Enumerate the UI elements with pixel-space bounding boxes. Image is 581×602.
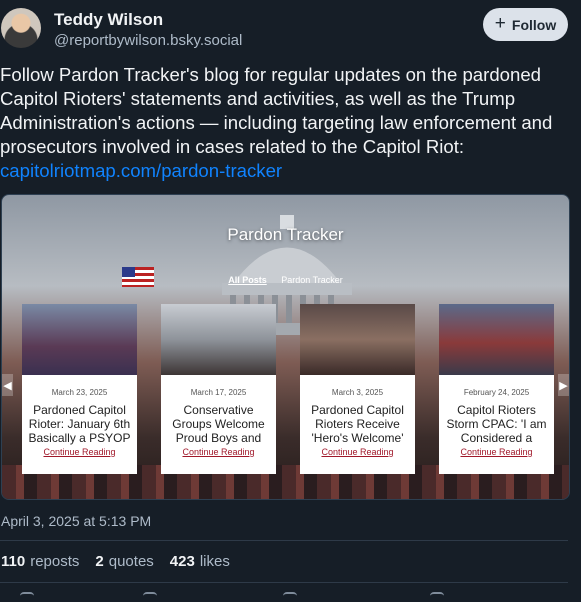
card-image [161, 304, 276, 375]
nav-all-posts[interactable]: All Posts [228, 275, 267, 285]
card-title[interactable]: Pardoned Capitol Rioters Receive 'Hero's… [300, 403, 415, 445]
card-title[interactable]: Capitol Rioters Storm CPAC: 'I am Consid… [439, 403, 554, 445]
card-date: March 23, 2025 [51, 388, 108, 397]
post-header: Teddy Wilson @reportbywilson.bsky.social… [0, 6, 581, 50]
follow-button[interactable]: + Follow [483, 8, 568, 41]
continue-reading-link[interactable]: Continue Reading [22, 447, 137, 457]
card-image [439, 304, 554, 375]
follow-button-label: Follow [511, 16, 557, 33]
post-body: Follow Pardon Tracker's blog for regular… [0, 64, 553, 157]
post-text: Follow Pardon Tracker's blog for regular… [0, 63, 578, 183]
plus-icon: + [494, 13, 506, 34]
blog-card[interactable]: March 23, 2025 Pardoned Capitol Rioter: … [22, 304, 137, 474]
card-title[interactable]: Pardoned Capitol Rioter: January 6th Bas… [22, 403, 137, 445]
card-image [300, 304, 415, 375]
chevron-left-icon[interactable]: ◀ [2, 374, 13, 396]
blog-card[interactable]: March 17, 2025 Conservative Groups Welco… [161, 304, 276, 474]
author-handle[interactable]: @reportbywilson.bsky.social [54, 32, 242, 49]
engagement-stats: 110 reposts 2 quotes 423 likes [1, 553, 230, 570]
blog-card[interactable]: March 3, 2025 Pardoned Capitol Rioters R… [300, 304, 415, 474]
share-icon[interactable] [430, 592, 444, 602]
card-date: March 17, 2025 [190, 388, 247, 397]
card-date: February 24, 2025 [463, 388, 530, 397]
post-timestamp[interactable]: April 3, 2025 at 5:13 PM [1, 513, 151, 529]
card-image [22, 304, 137, 375]
like-icon[interactable] [283, 592, 297, 602]
author-display-name[interactable]: Teddy Wilson [54, 10, 163, 30]
blog-card[interactable]: February 24, 2025 Capitol Rioters Storm … [439, 304, 554, 474]
repost-icon[interactable] [143, 592, 157, 602]
continue-reading-link[interactable]: Continue Reading [300, 447, 415, 457]
chevron-right-icon[interactable]: ▶ [558, 374, 569, 396]
blog-cards: March 23, 2025 Pardoned Capitol Rioter: … [22, 304, 554, 474]
post-link[interactable]: capitolriotmap.com/pardon-tracker [0, 160, 282, 181]
continue-reading-link[interactable]: Continue Reading [161, 447, 276, 457]
card-title[interactable]: Conservative Groups Welcome Proud Boys a… [161, 403, 276, 445]
reply-icon[interactable] [20, 592, 34, 602]
divider [0, 540, 568, 541]
site-nav: All Posts Pardon Tracker [2, 275, 569, 285]
continue-reading-link[interactable]: Continue Reading [439, 447, 554, 457]
quotes-stat[interactable]: 2 quotes [95, 553, 153, 570]
likes-stat[interactable]: 423 likes [170, 553, 230, 570]
link-preview-card[interactable]: Pardon Tracker All Posts Pardon Tracker … [1, 194, 570, 500]
reposts-stat[interactable]: 110 reposts [1, 553, 79, 570]
nav-pardon-tracker[interactable]: Pardon Tracker [281, 275, 343, 285]
avatar[interactable] [1, 8, 41, 48]
post-actions [0, 592, 581, 602]
card-date: March 3, 2025 [331, 388, 384, 397]
site-title: Pardon Tracker [227, 225, 344, 244]
divider [0, 582, 568, 583]
